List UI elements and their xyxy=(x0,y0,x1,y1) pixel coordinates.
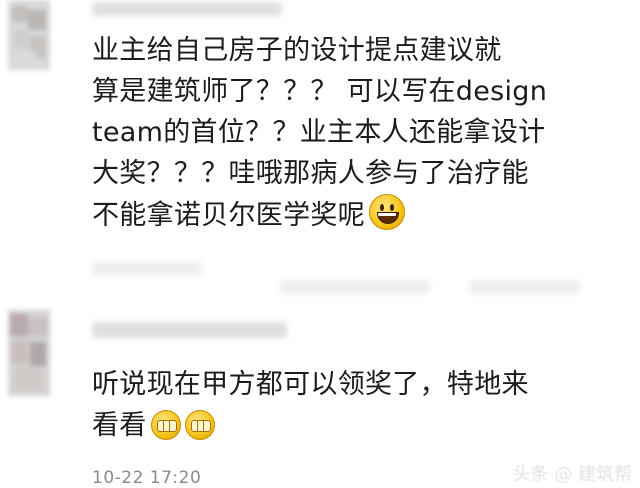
comment-line: 不能拿诺贝尔医学奖呢 xyxy=(92,194,547,236)
timestamp: 10-22 17:20 xyxy=(92,468,202,488)
comment-line: 业主给自己房子的设计提点建议就 xyxy=(92,35,502,66)
comment-line: team的首位？？业主本人还能拿设计 xyxy=(92,117,546,148)
grin-icon xyxy=(150,410,181,440)
username-blurred[interactable] xyxy=(92,2,282,16)
blurred-meta xyxy=(92,262,202,276)
comment-line-text: 看看 xyxy=(92,410,147,441)
smile-icon xyxy=(369,194,405,230)
comment-line: 算是建筑师了？？？ 可以写在design xyxy=(92,76,548,107)
comment-item: 听说现在甲方都可以领奖了，特地来 看看 xyxy=(0,300,640,484)
comment-line: 看看 xyxy=(92,405,529,446)
comment-text: 业主给自己房子的设计提点建议就 算是建筑师了？？？ 可以写在design tea… xyxy=(92,30,547,236)
blurred-meta xyxy=(280,280,430,294)
comment-line: 听说现在甲方都可以领奖了，特地来 xyxy=(92,369,529,400)
avatar[interactable] xyxy=(8,310,50,396)
comment-item: 业主给自己房子的设计提点建议就 算是建筑师了？？？ 可以写在design tea… xyxy=(0,0,640,300)
comment-text: 听说现在甲方都可以领奖了，特地来 看看 xyxy=(92,364,529,446)
username-blurred[interactable] xyxy=(92,322,287,338)
comment-line-text: 不能拿诺贝尔医学奖呢 xyxy=(92,200,365,231)
grin-icon xyxy=(184,410,215,440)
avatar[interactable] xyxy=(8,0,50,70)
watermark: 头条 @ 建筑帮 xyxy=(512,464,632,485)
blurred-meta xyxy=(470,280,580,294)
comment-line: 大奖？？？哇哦那病人参与了治疗能 xyxy=(92,158,529,189)
